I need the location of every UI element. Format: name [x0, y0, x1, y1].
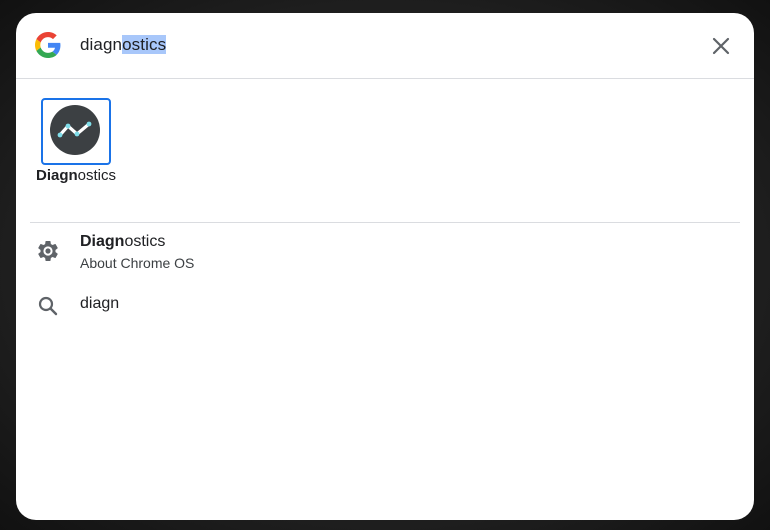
google-g-icon [35, 32, 61, 58]
result-title-rest: ostics [124, 233, 166, 250]
launcher-panel: diagnostics Diagnostics Diagnostics Abou… [16, 13, 754, 520]
search-suggestion-text: diagn [80, 295, 120, 312]
result-settings-diagnostics[interactable]: Diagnostics About Chrome OS [16, 229, 754, 281]
diagnostics-app-icon [50, 105, 100, 155]
search-query-typed: diagn [80, 35, 123, 54]
search-icon [38, 296, 58, 316]
results-divider [30, 222, 740, 223]
search-bar[interactable]: diagnostics [16, 13, 754, 78]
search-autocomplete-selection: ostics [122, 35, 167, 54]
result-title: Diagnostics [80, 233, 165, 251]
search-divider [16, 78, 754, 79]
app-tile-label: Diagnostics [32, 167, 120, 184]
result-title-match: Diagn [80, 233, 125, 250]
app-tile-label-match: Diagn [35, 167, 78, 184]
settings-gear-icon [38, 241, 58, 261]
search-input[interactable]: diagnostics [80, 33, 167, 57]
result-subtitle: About Chrome OS [80, 255, 195, 271]
app-tile-diagnostics[interactable]: Diagnostics [36, 98, 116, 193]
result-search-suggestion[interactable]: diagn [16, 288, 754, 324]
app-tile-label-rest: ostics [77, 167, 116, 184]
close-icon[interactable] [706, 31, 736, 61]
